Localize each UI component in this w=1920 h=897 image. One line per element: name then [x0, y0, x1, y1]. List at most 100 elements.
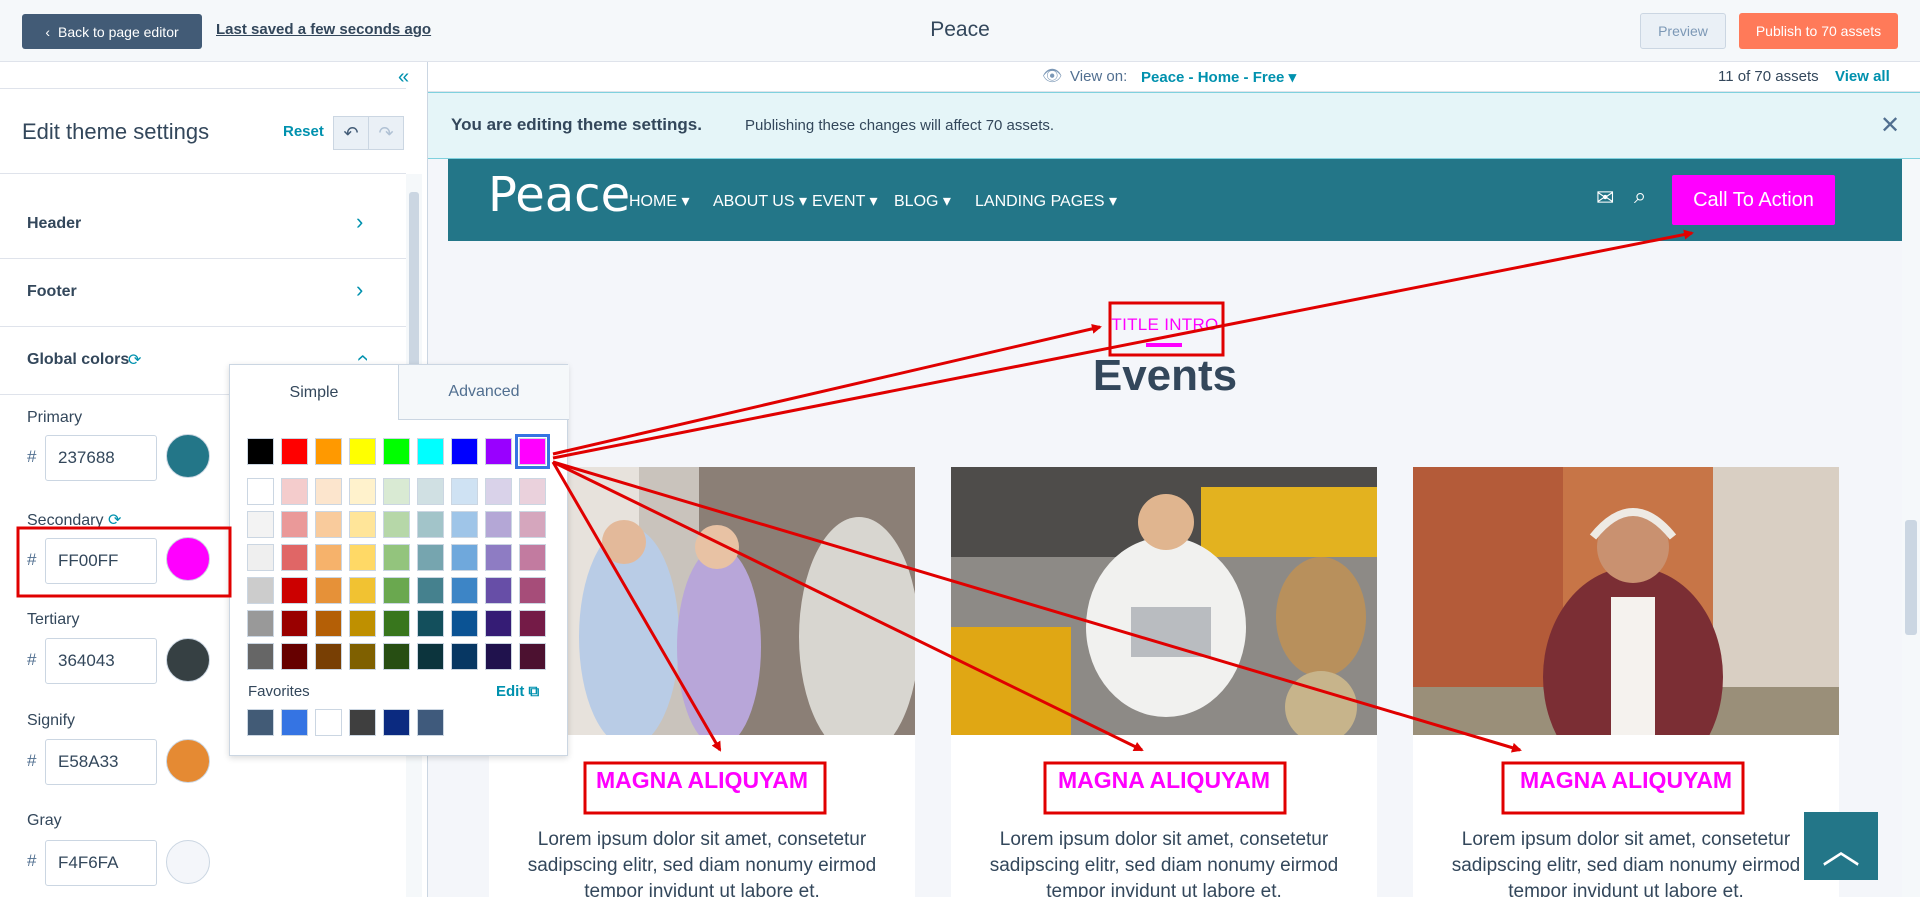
color-swatch[interactable]	[349, 511, 376, 538]
color-swatch[interactable]	[519, 577, 546, 604]
color-swatch[interactable]	[417, 438, 444, 465]
menu-item-landing-pages[interactable]: LANDING PAGES ▾	[975, 191, 1117, 211]
favorite-color-swatch[interactable]	[349, 709, 376, 736]
menu-item-about[interactable]: ABOUT US ▾	[713, 191, 807, 211]
color-swatch[interactable]	[247, 438, 274, 465]
color-swatch[interactable]	[247, 577, 274, 604]
color-swatch[interactable]	[519, 544, 546, 571]
color-swatch[interactable]	[349, 643, 376, 670]
color-swatch[interactable]	[519, 478, 546, 505]
color-swatch[interactable]	[315, 544, 342, 571]
undo-icon[interactable]: ↶	[333, 116, 369, 150]
color-swatch[interactable]	[349, 478, 376, 505]
primary-color-swatch[interactable]	[166, 434, 210, 478]
double-chevron-left-icon[interactable]: «	[398, 66, 409, 89]
color-swatch[interactable]	[417, 478, 444, 505]
section-header[interactable]: Header ›	[0, 191, 406, 259]
color-swatch[interactable]	[315, 478, 342, 505]
signify-color-swatch[interactable]	[166, 739, 210, 783]
favorite-color-swatch[interactable]	[417, 709, 444, 736]
color-swatch[interactable]	[281, 544, 308, 571]
color-swatch[interactable]	[383, 438, 410, 465]
color-swatch[interactable]	[451, 643, 478, 670]
color-swatch[interactable]	[349, 577, 376, 604]
last-saved-link[interactable]: Last saved a few seconds ago	[216, 21, 431, 38]
secondary-color-swatch[interactable]	[166, 537, 210, 581]
color-swatch[interactable]	[383, 577, 410, 604]
color-swatch[interactable]	[315, 438, 342, 465]
color-swatch[interactable]	[349, 610, 376, 637]
color-swatch[interactable]	[485, 511, 512, 538]
color-swatch[interactable]	[417, 643, 444, 670]
color-swatch[interactable]	[281, 610, 308, 637]
color-swatch[interactable]	[383, 478, 410, 505]
tertiary-hex-input[interactable]: 364043	[45, 638, 157, 684]
color-swatch[interactable]	[349, 544, 376, 571]
search-icon[interactable]: ⌕	[1634, 183, 1646, 209]
color-swatch[interactable]	[417, 577, 444, 604]
color-swatch[interactable]	[519, 610, 546, 637]
color-swatch[interactable]	[485, 438, 512, 465]
favorite-color-swatch[interactable]	[383, 709, 410, 736]
color-swatch[interactable]	[485, 577, 512, 604]
color-swatch[interactable]	[485, 478, 512, 505]
favorite-color-swatch[interactable]	[281, 709, 308, 736]
back-to-editor-button[interactable]: ‹ Back to page editor	[22, 14, 202, 49]
color-swatch[interactable]	[247, 643, 274, 670]
event-card-title[interactable]: MAGNA ALIQUYAM	[489, 767, 915, 794]
preview-button[interactable]: Preview	[1640, 13, 1726, 49]
tab-simple[interactable]: Simple	[230, 365, 399, 420]
color-swatch[interactable]	[349, 438, 376, 465]
favorite-color-swatch[interactable]	[247, 709, 274, 736]
color-swatch[interactable]	[281, 478, 308, 505]
color-swatch[interactable]	[451, 577, 478, 604]
redo-icon[interactable]: ↷	[368, 116, 404, 150]
color-swatch[interactable]	[417, 511, 444, 538]
preview-scroll-thumb[interactable]	[1905, 520, 1917, 635]
secondary-hex-input[interactable]: FF00FF	[45, 538, 157, 584]
color-swatch[interactable]	[485, 544, 512, 571]
color-swatch[interactable]	[247, 544, 274, 571]
mail-icon[interactable]: ✉	[1596, 185, 1614, 211]
call-to-action-button[interactable]: Call To Action	[1672, 175, 1835, 225]
color-swatch[interactable]	[315, 511, 342, 538]
publish-button[interactable]: Publish to 70 assets	[1739, 13, 1898, 49]
reset-button[interactable]: Reset	[283, 123, 324, 140]
view-all-link[interactable]: View all	[1835, 68, 1890, 85]
primary-hex-input[interactable]: 237688	[45, 435, 157, 481]
color-swatch[interactable]	[315, 577, 342, 604]
tab-advanced[interactable]: Advanced	[399, 365, 569, 420]
color-swatch[interactable]	[519, 643, 546, 670]
color-swatch[interactable]	[281, 577, 308, 604]
gray-color-swatch[interactable]	[166, 840, 210, 884]
color-swatch[interactable]	[519, 511, 546, 538]
color-swatch[interactable]	[315, 610, 342, 637]
event-card[interactable]: MAGNA ALIQUYAM Lorem ipsum dolor sit ame…	[951, 467, 1377, 897]
section-footer[interactable]: Footer ›	[0, 259, 406, 327]
event-card-title[interactable]: MAGNA ALIQUYAM	[951, 767, 1377, 794]
color-swatch[interactable]	[315, 643, 342, 670]
color-swatch[interactable]	[383, 643, 410, 670]
color-swatch[interactable]	[451, 478, 478, 505]
color-swatch[interactable]	[281, 511, 308, 538]
event-card[interactable]: MAGNA ALIQUYAM Lorem ipsum dolor sit ame…	[1413, 467, 1839, 897]
menu-item-home[interactable]: HOME ▾	[629, 191, 689, 211]
color-swatch[interactable]	[383, 610, 410, 637]
favorite-color-swatch[interactable]	[315, 709, 342, 736]
signify-hex-input[interactable]: E58A33	[45, 739, 157, 785]
color-swatch[interactable]	[451, 511, 478, 538]
menu-item-blog[interactable]: BLOG ▾	[894, 191, 951, 211]
color-swatch[interactable]	[485, 643, 512, 670]
color-swatch[interactable]	[417, 544, 444, 571]
view-on-select[interactable]: Peace - Home - Free ▾	[1141, 68, 1296, 86]
color-swatch[interactable]	[383, 544, 410, 571]
color-swatch[interactable]	[485, 610, 512, 637]
arrow-up-icon[interactable]: ︿	[1804, 812, 1878, 880]
color-swatch[interactable]	[417, 610, 444, 637]
color-swatch[interactable]	[451, 438, 478, 465]
color-swatch[interactable]	[451, 544, 478, 571]
color-swatch[interactable]	[247, 478, 274, 505]
favorites-edit-link[interactable]: Edit ⧉	[496, 683, 539, 700]
gray-hex-input[interactable]: F4F6FA	[45, 840, 157, 886]
color-swatch[interactable]	[281, 438, 308, 465]
